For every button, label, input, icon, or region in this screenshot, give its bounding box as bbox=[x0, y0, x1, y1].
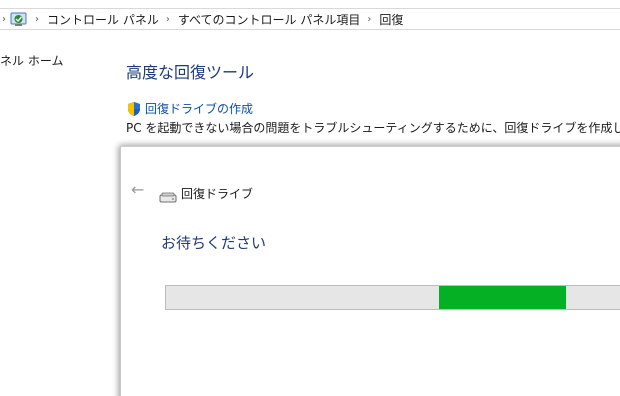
control-panel-home-link[interactable]: ネル ホーム bbox=[0, 52, 63, 69]
wizard-title: 回復ドライブ bbox=[181, 187, 254, 201]
chevron-right-icon[interactable]: › bbox=[367, 14, 371, 25]
wait-message: お待ちください bbox=[161, 234, 267, 252]
breadcrumb-all-items[interactable]: すべてのコントロール パネル項目 bbox=[178, 11, 361, 28]
wizard-header: 回復ドライブ bbox=[159, 185, 254, 203]
progress-bar bbox=[165, 285, 620, 310]
chevron-right-icon[interactable]: › bbox=[35, 14, 39, 25]
address-bar[interactable]: › › コントロール パネル › すべてのコントロール パネル項目 › 回復 bbox=[0, 8, 620, 30]
chevron-right-icon[interactable]: › bbox=[166, 14, 170, 25]
back-arrow-icon[interactable]: ← bbox=[131, 182, 144, 198]
recovery-drive-wizard: ← 回復ドライブ お待ちください bbox=[120, 146, 620, 396]
control-panel-window: › › コントロール パネル › すべてのコントロール パネル項目 › 回復 ネ… bbox=[0, 0, 620, 396]
control-panel-icon bbox=[10, 11, 28, 27]
create-recovery-drive-link[interactable]: 回復ドライブの作成 bbox=[145, 100, 253, 117]
chevron-right-icon[interactable]: › bbox=[0, 14, 9, 25]
breadcrumb-recovery[interactable]: 回復 bbox=[379, 11, 403, 28]
progress-bar-fill bbox=[438, 286, 566, 309]
create-recovery-drive-description: PC を起動できない場合の問題をトラブルシューティングするために、回復ドライブを… bbox=[126, 121, 620, 135]
breadcrumb-control-panel[interactable]: コントロール パネル bbox=[47, 11, 159, 28]
create-recovery-drive-row[interactable]: 回復ドライブの作成 bbox=[126, 100, 253, 117]
drive-icon bbox=[159, 189, 177, 203]
address-bar-area: › › コントロール パネル › すべてのコントロール パネル項目 › 回復 bbox=[0, 0, 620, 34]
uac-shield-icon bbox=[126, 101, 142, 117]
page-title: 高度な回復ツール bbox=[126, 63, 255, 82]
